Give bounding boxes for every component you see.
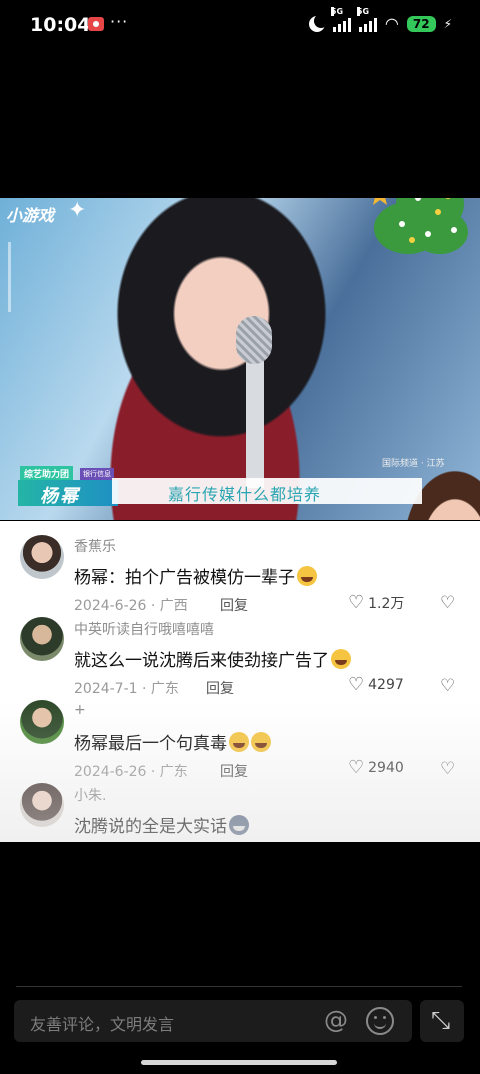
- clock: 10:04: [30, 14, 91, 36]
- like-button[interactable]: ♡ 1.2万: [348, 593, 404, 613]
- comment-input[interactable]: 友善评论，文明发言 @: [14, 1000, 412, 1042]
- dislike-icon[interactable]: ♡: [440, 759, 455, 779]
- laughing-emoji-icon: [251, 732, 271, 752]
- divider: [16, 986, 462, 987]
- signal-icon-2: 5G: [356, 6, 377, 32]
- avatar[interactable]: [20, 535, 64, 579]
- charging-icon: ⚡: [443, 16, 452, 31]
- like-button[interactable]: ♡ 4297: [348, 676, 404, 694]
- variety-badge: 综艺助力团: [20, 466, 74, 481]
- do-not-disturb-icon: [308, 13, 328, 32]
- comment-username[interactable]: 香蕉乐: [74, 536, 116, 556]
- home-indicator[interactable]: [141, 1060, 337, 1065]
- battery-indicator: 72: [406, 15, 436, 32]
- like-count: 2940: [368, 760, 404, 776]
- like-count: 4297: [368, 677, 404, 693]
- status-bar: 10:04 ··· 5G 5G ◠ 72 ⚡: [0, 0, 480, 52]
- name-plate: 杨幂: [40, 486, 80, 507]
- comment-text: 杨幂：拍个广告被模仿一辈子: [74, 563, 317, 588]
- heart-icon: ♡: [348, 674, 365, 695]
- more-icon: ···: [110, 12, 129, 31]
- microphone: [236, 316, 272, 364]
- comment-username[interactable]: 中英听读自行哦嘻嘻嘻: [74, 619, 214, 639]
- heart-icon: ♡: [348, 592, 365, 613]
- crying-emoji-icon: [297, 566, 317, 586]
- reply-button[interactable]: 回复: [220, 761, 248, 781]
- video-caption-bar: 嘉行传媒什么都培养: [112, 478, 422, 504]
- network-type-label: 5G: [330, 6, 344, 16]
- comment-date-location: 2024-6-26 · 广西: [74, 598, 188, 614]
- watermark: 国际频道 · 江苏: [382, 459, 445, 469]
- christmas-tree-sticker[interactable]: [368, 198, 472, 260]
- comment-username[interactable]: +: [74, 702, 86, 718]
- video-player[interactable]: 小游戏 ✦ 综艺助力团 银行信息 杨幂 嘉行传媒什么都培养 国际频道 · 江苏: [0, 198, 480, 520]
- comment-date-location: 2024-7-1 · 广东: [74, 681, 179, 697]
- avatar[interactable]: [20, 783, 64, 827]
- comment-username[interactable]: 小朱.: [74, 785, 106, 805]
- signal-icon: 5G: [330, 6, 351, 32]
- divider-line: [8, 242, 11, 312]
- comment-text: 杨幂最后一个句真毒: [74, 729, 271, 754]
- comment-date-location: 2024-6-26 · 广东: [74, 764, 188, 780]
- mention-icon[interactable]: @: [324, 1006, 348, 1034]
- emoji-icon[interactable]: [366, 1007, 394, 1035]
- laughing-emoji-icon: [229, 732, 249, 752]
- mini-game-label[interactable]: 小游戏: [6, 202, 54, 226]
- status-icons: 5G 5G ◠ 72 ⚡: [308, 6, 452, 33]
- avatar[interactable]: [20, 700, 64, 744]
- cat-emoji-icon: [229, 815, 249, 835]
- video-caption: 嘉行传媒什么都培养: [168, 485, 322, 504]
- heart-icon: ♡: [348, 757, 365, 778]
- comment-input-placeholder: 友善评论，文明发言: [30, 1015, 175, 1034]
- screen-record-icon: [88, 17, 104, 31]
- reply-button[interactable]: 回复: [220, 595, 248, 615]
- wifi-icon: ◠: [384, 14, 399, 33]
- sponsor-badge: 银行信息: [80, 468, 114, 480]
- laughing-emoji-icon: [331, 649, 351, 669]
- avatar[interactable]: [20, 617, 64, 661]
- dislike-icon[interactable]: ♡: [440, 593, 455, 613]
- network-type-label-2: 5G: [356, 6, 370, 16]
- comments-panel[interactable]: 香蕉乐 杨幂：拍个广告被模仿一辈子 2024-6-26 · 广西 回复 ♡ 1.2…: [0, 521, 480, 842]
- like-count: 1.2万: [368, 596, 405, 612]
- sparkle-icon: ✦: [68, 198, 87, 223]
- comment-text: 沈腾说的全是大实话: [74, 812, 249, 837]
- collapse-button[interactable]: ⤡: [420, 1000, 464, 1042]
- reply-button[interactable]: 回复: [206, 678, 234, 698]
- collapse-icon: ⤡: [431, 1006, 451, 1034]
- microphone-handle: [246, 358, 264, 488]
- comment-text: 就这么一说沈腾后来使劲接广告了: [74, 646, 351, 671]
- like-button[interactable]: ♡ 2940: [348, 759, 404, 777]
- dislike-icon[interactable]: ♡: [440, 676, 455, 696]
